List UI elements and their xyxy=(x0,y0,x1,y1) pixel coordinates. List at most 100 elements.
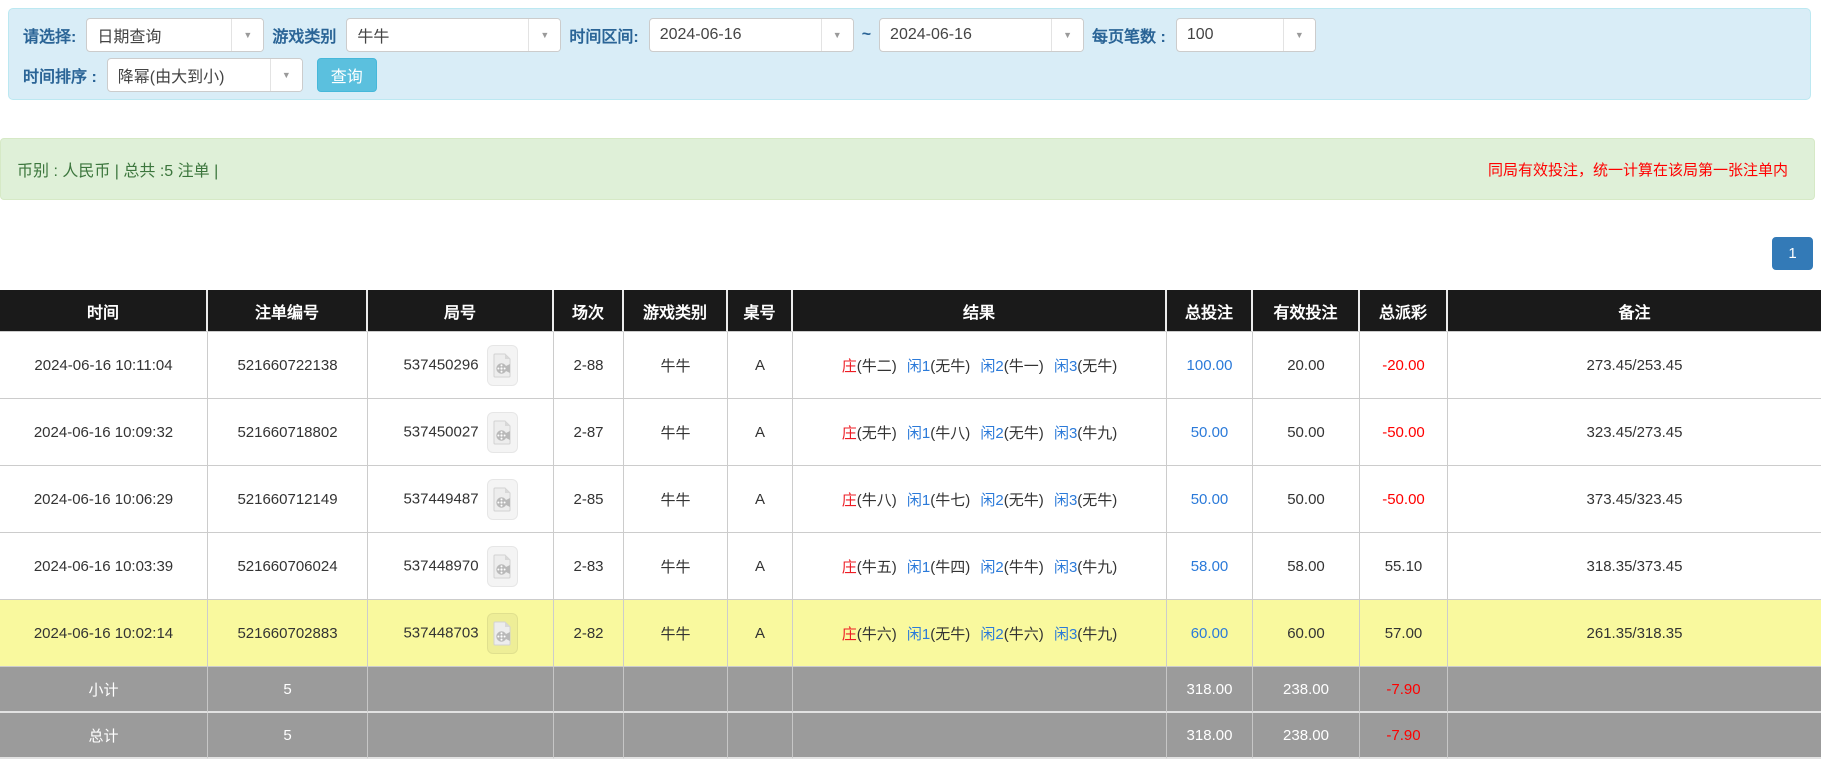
film-icon xyxy=(493,621,512,646)
game-category-value: 牛牛 xyxy=(347,19,528,51)
cell-valid-bet: 50.00 xyxy=(1253,399,1360,466)
table-row[interactable]: 2024-06-16 10:03:39 521660706024 5374489… xyxy=(0,533,1821,600)
cell-note: 323.45/273.45 xyxy=(1448,399,1821,466)
sort-order-select[interactable]: 降幂(由大到小) ▼ xyxy=(107,58,303,92)
cell-table-no: A xyxy=(728,533,793,600)
cell-round-id: 537450296 xyxy=(368,332,554,399)
subtotal-payout: -7.90 xyxy=(1360,667,1448,713)
cell-table-no: A xyxy=(728,600,793,667)
chevron-down-icon[interactable]: ▼ xyxy=(1051,19,1083,51)
col-header-table-no: 桌号 xyxy=(728,290,793,332)
film-icon xyxy=(493,353,512,378)
cell-payout: 55.10 xyxy=(1360,533,1448,600)
filter-row-2: 时间排序 : 降幂(由大到小) ▼ 查询 xyxy=(23,58,1796,92)
chevron-down-icon[interactable]: ▼ xyxy=(528,19,560,51)
col-header-game-type: 游戏类别 xyxy=(624,290,728,332)
col-header-total-bet: 总投注 xyxy=(1167,290,1253,332)
video-replay-button[interactable] xyxy=(487,412,518,453)
table-row[interactable]: 2024-06-16 10:06:29 521660712149 5374494… xyxy=(0,466,1821,533)
film-icon xyxy=(493,487,512,512)
cell-note: 261.35/318.35 xyxy=(1448,600,1821,667)
table-row[interactable]: 2024-06-16 10:09:32 521660718802 5374500… xyxy=(0,399,1821,466)
cell-note: 373.45/323.45 xyxy=(1448,466,1821,533)
col-header-time: 时间 xyxy=(0,290,208,332)
cell-payout: -50.00 xyxy=(1360,466,1448,533)
cell-valid-bet: 60.00 xyxy=(1253,600,1360,667)
sort-order-value: 降幂(由大到小) xyxy=(108,59,270,91)
col-header-bet-id: 注单编号 xyxy=(208,290,368,332)
cell-game-type: 牛牛 xyxy=(624,466,728,533)
cell-table-no: A xyxy=(728,399,793,466)
chevron-down-icon[interactable]: ▼ xyxy=(1283,19,1315,51)
cell-valid-bet: 50.00 xyxy=(1253,466,1360,533)
subtotal-label: 小计 xyxy=(0,667,208,713)
cell-result: 庄(无牛) 闲1(牛八) 闲2(无牛) 闲3(牛九) xyxy=(793,399,1167,466)
cell-total-bet: 60.00 xyxy=(1167,600,1253,667)
date-from-select[interactable]: 2024-06-16 ▼ xyxy=(649,18,854,52)
search-button[interactable]: 查询 xyxy=(317,58,377,92)
col-header-round-id: 局号 xyxy=(368,290,554,332)
cell-result: 庄(牛五) 闲1(牛四) 闲2(牛牛) 闲3(牛九) xyxy=(793,533,1167,600)
cell-round-id: 537450027 xyxy=(368,399,554,466)
page-size-select[interactable]: 100 ▼ xyxy=(1176,18,1316,52)
date-from-value: 2024-06-16 xyxy=(650,19,821,51)
total-payout: -7.90 xyxy=(1360,713,1448,759)
cell-valid-bet: 20.00 xyxy=(1253,332,1360,399)
total-count: 5 xyxy=(208,713,368,759)
summary-bar: 币别 : 人民币 | 总共 :5 注单 | 同局有效投注，统一计算在该局第一张注… xyxy=(0,138,1815,200)
cell-result: 庄(牛六) 闲1(无牛) 闲2(牛六) 闲3(牛九) xyxy=(793,600,1167,667)
cell-session: 2-83 xyxy=(554,533,624,600)
page-button-1[interactable]: 1 xyxy=(1772,237,1813,270)
cell-bet-id: 521660712149 xyxy=(208,466,368,533)
cell-session: 2-88 xyxy=(554,332,624,399)
query-type-select[interactable]: 日期查询 ▼ xyxy=(86,18,264,52)
date-to-select[interactable]: 2024-06-16 ▼ xyxy=(879,18,1084,52)
cell-total-bet: 100.00 xyxy=(1167,332,1253,399)
video-replay-button[interactable] xyxy=(487,345,518,386)
cell-total-bet: 50.00 xyxy=(1167,466,1253,533)
video-replay-button[interactable] xyxy=(487,546,518,587)
cell-round-id: 537448970 xyxy=(368,533,554,600)
total-label: 总计 xyxy=(0,713,208,759)
cell-payout: -50.00 xyxy=(1360,399,1448,466)
total-row: 总计 5 318.00 238.00 -7.90 xyxy=(0,713,1821,759)
cell-table-no: A xyxy=(728,466,793,533)
cell-session: 2-85 xyxy=(554,466,624,533)
cell-session: 2-82 xyxy=(554,600,624,667)
cell-game-type: 牛牛 xyxy=(624,332,728,399)
cell-result: 庄(牛二) 闲1(无牛) 闲2(牛一) 闲3(无牛) xyxy=(793,332,1167,399)
game-category-select[interactable]: 牛牛 ▼ xyxy=(346,18,561,52)
chevron-down-icon[interactable]: ▼ xyxy=(821,19,853,51)
col-header-result: 结果 xyxy=(793,290,1167,332)
pagination: 1 xyxy=(1772,237,1813,270)
cell-valid-bet: 58.00 xyxy=(1253,533,1360,600)
cell-game-type: 牛牛 xyxy=(624,399,728,466)
cell-time: 2024-06-16 10:11:04 xyxy=(0,332,208,399)
video-replay-button[interactable] xyxy=(487,479,518,520)
cell-result: 庄(牛八) 闲1(牛七) 闲2(无牛) 闲3(无牛) xyxy=(793,466,1167,533)
cell-session: 2-87 xyxy=(554,399,624,466)
cell-note: 273.45/253.45 xyxy=(1448,332,1821,399)
cell-round-id: 537449487 xyxy=(368,466,554,533)
cell-payout: -20.00 xyxy=(1360,332,1448,399)
table-header-row: 时间 注单编号 局号 场次 游戏类别 桌号 结果 总投注 有效投注 总派彩 备注 xyxy=(0,290,1821,332)
table-row[interactable]: 2024-06-16 10:11:04 521660722138 5374502… xyxy=(0,332,1821,399)
records-table: 时间 注单编号 局号 场次 游戏类别 桌号 结果 总投注 有效投注 总派彩 备注… xyxy=(0,290,1821,759)
chevron-down-icon[interactable]: ▼ xyxy=(270,59,302,91)
cell-bet-id: 521660722138 xyxy=(208,332,368,399)
time-range-label: 时间区间: xyxy=(569,23,638,47)
total-total-bet: 318.00 xyxy=(1167,713,1253,759)
page-size-label: 每页笔数 : xyxy=(1092,23,1166,47)
film-icon xyxy=(493,420,512,445)
cell-payout: 57.00 xyxy=(1360,600,1448,667)
video-replay-button[interactable] xyxy=(487,613,518,654)
cell-bet-id: 521660702883 xyxy=(208,600,368,667)
col-header-note: 备注 xyxy=(1448,290,1821,332)
cell-game-type: 牛牛 xyxy=(624,533,728,600)
col-header-payout: 总派彩 xyxy=(1360,290,1448,332)
chevron-down-icon[interactable]: ▼ xyxy=(231,19,263,51)
total-note xyxy=(1448,713,1821,759)
cell-total-bet: 50.00 xyxy=(1167,399,1253,466)
query-type-value: 日期查询 xyxy=(87,19,231,51)
table-row[interactable]: 2024-06-16 10:02:14 521660702883 5374487… xyxy=(0,600,1821,667)
